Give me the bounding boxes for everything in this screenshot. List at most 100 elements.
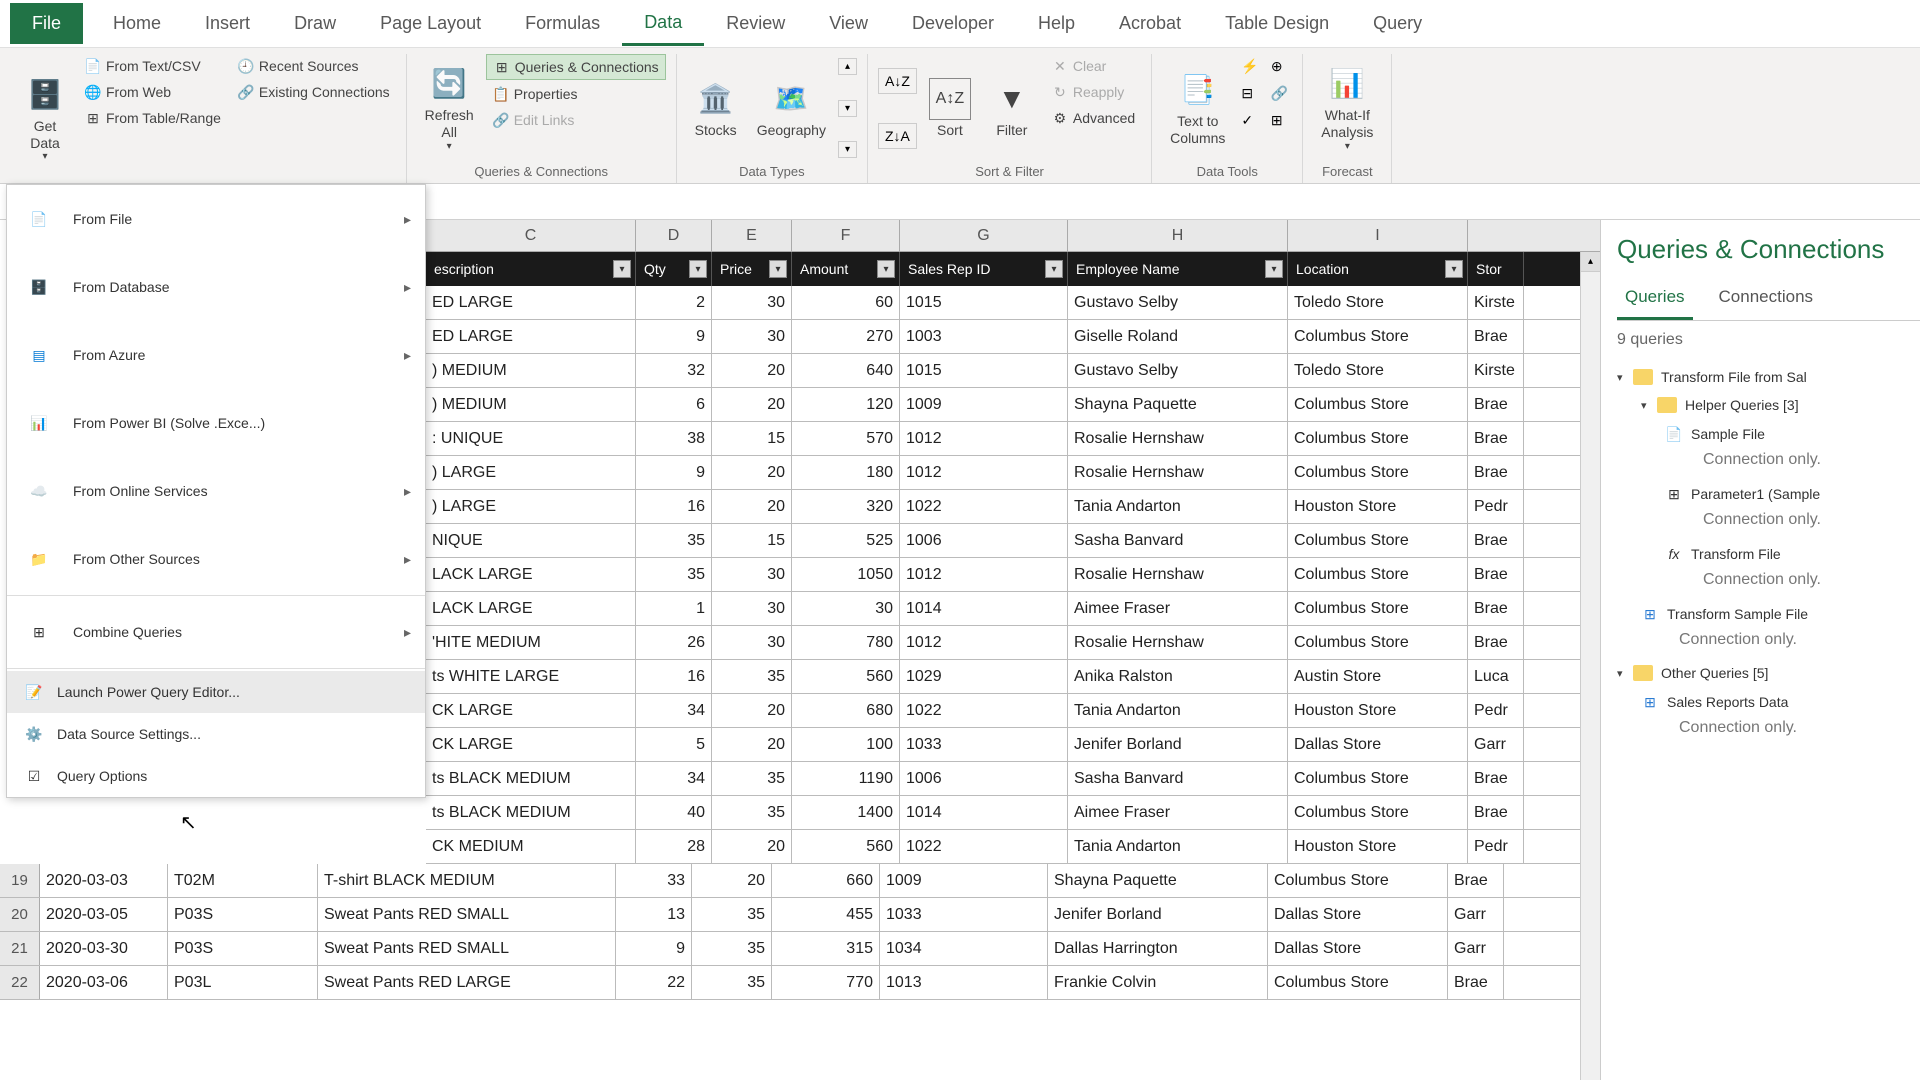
table-cell[interactable]: 320 <box>792 490 900 523</box>
table-cell[interactable]: Aimee Fraser <box>1068 592 1288 625</box>
table-cell[interactable]: 1009 <box>880 864 1048 897</box>
table-cell[interactable]: 32 <box>636 354 712 387</box>
table-cell[interactable]: 1034 <box>880 932 1048 965</box>
table-cell[interactable]: 60 <box>792 286 900 319</box>
menu-query-options[interactable]: ☑Query Options <box>7 755 425 797</box>
table-cell[interactable]: Dallas Store <box>1288 728 1468 761</box>
table-cell[interactable]: 1012 <box>900 456 1068 489</box>
menu-launch-power-query-editor[interactable]: 📝Launch Power Query Editor... <box>7 671 425 713</box>
table-header-cell[interactable]: Stor <box>1468 252 1524 286</box>
table-row[interactable]: ED LARGE9302701003Giselle RolandColumbus… <box>426 320 1600 354</box>
table-cell[interactable]: Sweat Pants RED SMALL <box>318 898 616 931</box>
table-cell[interactable]: Shayna Paquette <box>1048 864 1268 897</box>
table-cell[interactable]: Gustavo Selby <box>1068 286 1288 319</box>
table-cell[interactable]: Columbus Store <box>1288 524 1468 557</box>
table-cell[interactable]: Sasha Banvard <box>1068 762 1288 795</box>
table-cell[interactable]: Columbus Store <box>1288 762 1468 795</box>
table-cell[interactable]: Houston Store <box>1288 830 1468 863</box>
column-header[interactable]: D <box>636 220 712 251</box>
row-number[interactable]: 20 <box>0 898 40 931</box>
table-cell[interactable]: 15 <box>712 524 792 557</box>
panel-tab-connections[interactable]: Connections <box>1711 279 1822 320</box>
table-cell[interactable]: Rosalie Hernshaw <box>1068 422 1288 455</box>
menu-from-azure[interactable]: ▤From Azure▸ <box>7 321 425 389</box>
table-cell[interactable]: Kirste <box>1468 286 1524 319</box>
tab-table-design[interactable]: Table Design <box>1203 3 1351 44</box>
table-cell[interactable]: 34 <box>636 694 712 727</box>
table-cell[interactable]: Garr <box>1448 932 1504 965</box>
table-cell[interactable]: P03S <box>168 932 318 965</box>
table-cell[interactable]: Columbus Store <box>1268 864 1448 897</box>
table-cell[interactable]: 33 <box>616 864 692 897</box>
table-cell[interactable]: Frankie Colvin <box>1048 966 1268 999</box>
from-text-csv-button[interactable]: 📄From Text/CSV <box>78 54 227 78</box>
text-to-columns-button[interactable]: 📑Text to Columns <box>1162 54 1233 162</box>
tab-formulas[interactable]: Formulas <box>503 3 622 44</box>
table-cell[interactable]: Shayna Paquette <box>1068 388 1288 421</box>
table-row[interactable]: ts WHITE LARGE16355601029Anika RalstonAu… <box>426 660 1600 694</box>
tree-folder-helper-queries[interactable]: ▾Helper Queries [3] <box>1641 391 1920 419</box>
table-cell[interactable]: Brae <box>1468 524 1524 557</box>
table-cell[interactable]: 35 <box>712 660 792 693</box>
queries-connections-button[interactable]: ⊞Queries & Connections <box>486 54 666 80</box>
table-cell[interactable]: Brae <box>1468 388 1524 421</box>
data-validation-button[interactable]: ✓ <box>1237 108 1262 133</box>
table-cell[interactable]: Brae <box>1468 456 1524 489</box>
column-header[interactable]: G <box>900 220 1068 251</box>
table-cell[interactable]: 1013 <box>880 966 1048 999</box>
table-header-cell[interactable]: Location▾ <box>1288 252 1468 286</box>
table-cell[interactable]: 1050 <box>792 558 900 591</box>
table-row[interactable]: ) MEDIUM32206401015Gustavo SelbyToledo S… <box>426 354 1600 388</box>
table-row[interactable]: LACK LARGE353010501012Rosalie HernshawCo… <box>426 558 1600 592</box>
table-cell[interactable]: 20 <box>712 388 792 421</box>
table-cell[interactable]: 2 <box>636 286 712 319</box>
table-cell[interactable]: 35 <box>692 898 772 931</box>
table-cell[interactable]: 22 <box>616 966 692 999</box>
table-cell[interactable]: 1033 <box>900 728 1068 761</box>
table-cell[interactable]: 1015 <box>900 286 1068 319</box>
table-cell[interactable]: 9 <box>636 456 712 489</box>
properties-button[interactable]: 📋Properties <box>486 82 666 106</box>
menu-combine-queries[interactable]: ⊞Combine Queries▸ <box>7 598 425 666</box>
table-cell[interactable]: Brae <box>1468 762 1524 795</box>
table-cell[interactable]: 30 <box>712 320 792 353</box>
tab-developer[interactable]: Developer <box>890 3 1016 44</box>
table-cell[interactable]: Dallas Harrington <box>1048 932 1268 965</box>
tab-query[interactable]: Query <box>1351 3 1444 44</box>
table-cell[interactable]: Giselle Roland <box>1068 320 1288 353</box>
table-cell[interactable]: Pedr <box>1468 694 1524 727</box>
table-cell[interactable]: 35 <box>692 966 772 999</box>
table-row[interactable]: : UNIQUE38155701012Rosalie HernshawColum… <box>426 422 1600 456</box>
table-cell[interactable]: 1029 <box>900 660 1068 693</box>
table-cell[interactable]: Toledo Store <box>1288 354 1468 387</box>
table-cell[interactable]: Sweat Pants RED SMALL <box>318 932 616 965</box>
filter-dropdown-button[interactable]: ▾ <box>689 260 707 278</box>
query-sales-reports-data[interactable]: ⊞Sales Reports Data <box>1641 687 1920 717</box>
table-row[interactable]: ts BLACK MEDIUM343511901006Sasha Banvard… <box>426 762 1600 796</box>
table-cell[interactable]: Brae <box>1448 966 1504 999</box>
row-number[interactable]: 19 <box>0 864 40 897</box>
column-header[interactable]: I <box>1288 220 1468 251</box>
tab-page-layout[interactable]: Page Layout <box>358 3 503 44</box>
gallery-more-button[interactable]: ▾ <box>838 141 857 158</box>
menu-from-power-bi[interactable]: 📊From Power BI (Solve .Exce...) <box>7 389 425 457</box>
tab-file[interactable]: File <box>10 3 83 44</box>
table-cell[interactable]: 26 <box>636 626 712 659</box>
table-cell[interactable]: 30 <box>792 592 900 625</box>
row-number[interactable]: 21 <box>0 932 40 965</box>
table-row[interactable]: 202020-03-05P03SSweat Pants RED SMALL133… <box>0 898 1600 932</box>
table-cell[interactable]: 16 <box>636 490 712 523</box>
table-row[interactable]: CK LARGE5201001033Jenifer BorlandDallas … <box>426 728 1600 762</box>
recent-sources-button[interactable]: 🕘Recent Sources <box>231 54 396 78</box>
table-cell[interactable]: Pedr <box>1468 830 1524 863</box>
table-row[interactable]: ts BLACK MEDIUM403514001014Aimee FraserC… <box>426 796 1600 830</box>
table-cell[interactable]: Houston Store <box>1288 490 1468 523</box>
table-cell[interactable]: LACK LARGE <box>426 592 636 625</box>
table-cell[interactable]: Columbus Store <box>1288 388 1468 421</box>
table-cell[interactable]: Brae <box>1468 320 1524 353</box>
menu-from-file[interactable]: 📄From File▸ <box>7 185 425 253</box>
tab-insert[interactable]: Insert <box>183 3 272 44</box>
table-cell[interactable]: 9 <box>616 932 692 965</box>
table-cell[interactable]: T-shirt BLACK MEDIUM <box>318 864 616 897</box>
table-cell[interactable]: 16 <box>636 660 712 693</box>
